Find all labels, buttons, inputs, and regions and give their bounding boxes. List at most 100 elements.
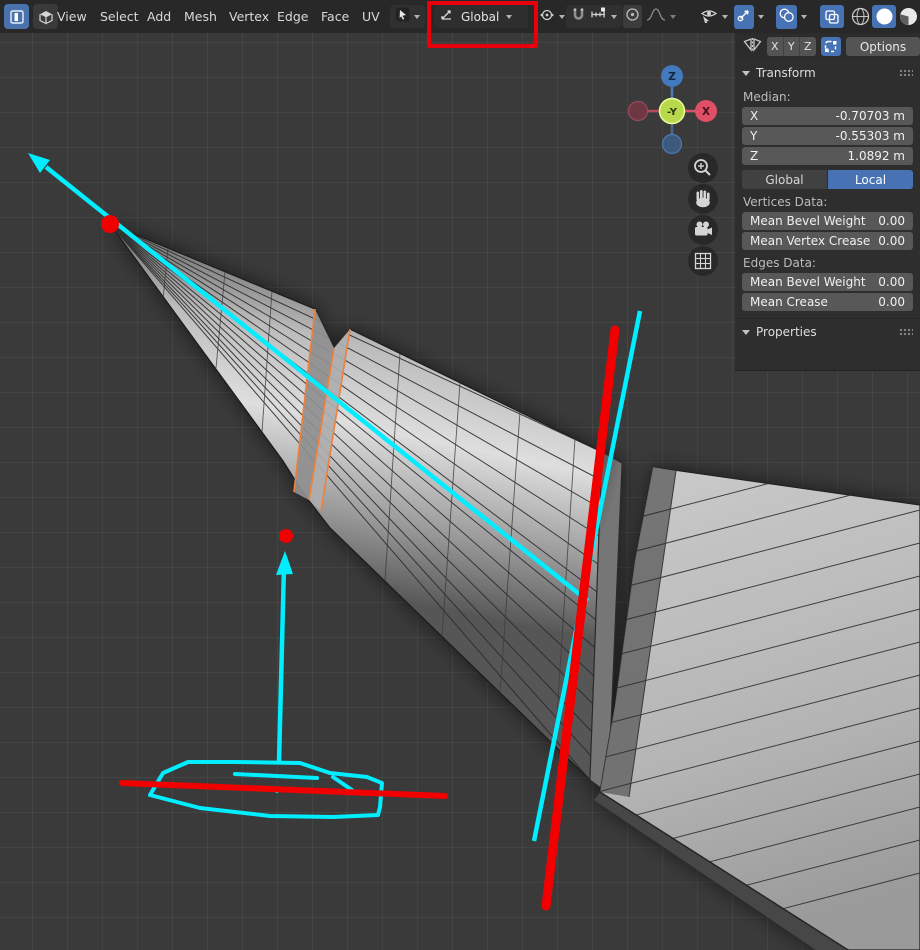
- pan-hand-icon[interactable]: [688, 184, 718, 214]
- viewport-nav-tools: [688, 153, 718, 276]
- orthographic-grid-icon[interactable]: [688, 246, 718, 276]
- annotation-up-arrow: [274, 551, 293, 794]
- gizmos-toggle-group[interactable]: [729, 4, 769, 29]
- camera-view-icon[interactable]: [688, 215, 718, 245]
- mirror-z-button[interactable]: Z: [800, 37, 816, 56]
- options-button[interactable]: Options: [846, 37, 920, 56]
- median-y-value: -0.55303 m: [835, 129, 905, 143]
- chevron-down-icon: [742, 70, 750, 76]
- chevron-down-icon: [559, 14, 565, 19]
- median-x-axis-label: X: [750, 109, 759, 123]
- chevron-down-icon: [758, 14, 764, 19]
- svg-text:Z: Z: [668, 71, 676, 83]
- transform-orientation-dropdown[interactable]: Global: [434, 5, 528, 28]
- space-toggle: Global Local: [742, 170, 913, 189]
- menu-view[interactable]: View: [57, 0, 87, 33]
- row-value: 0.00: [878, 295, 905, 309]
- pivot-point-dropdown[interactable]: [534, 5, 570, 28]
- zoom-icon[interactable]: [688, 153, 718, 183]
- mean-bevel-weight-edge-field[interactable]: Mean Bevel Weight 0.00: [742, 273, 913, 291]
- menu-select[interactable]: Select: [100, 0, 139, 33]
- chevron-down-icon: [742, 329, 750, 335]
- sidebar-panel: Transform Median: X -0.70703 m Y -0.5530…: [735, 60, 920, 371]
- median-z-field[interactable]: Z 1.0892 m: [742, 147, 913, 165]
- row-label: Mean Bevel Weight: [750, 275, 866, 289]
- tool-settings-bar: X Y Z Options: [735, 33, 920, 60]
- edges-data-label: Edges Data:: [743, 256, 816, 270]
- transform-panel-title: Transform: [756, 66, 816, 80]
- overlays-toggle-icon: [776, 4, 797, 29]
- menu-edge[interactable]: Edge: [277, 0, 308, 33]
- menu-add[interactable]: Add: [147, 0, 171, 33]
- edit-mode-cube-icon[interactable]: [33, 4, 58, 29]
- mean-vertex-crease-field[interactable]: Mean Vertex Crease 0.00: [742, 232, 913, 250]
- menu-face[interactable]: Face: [321, 0, 349, 33]
- global-toggle-button[interactable]: Global: [742, 170, 827, 189]
- gizmo-axis-x[interactable]: X: [695, 100, 717, 122]
- menu-uv[interactable]: UV: [362, 0, 380, 33]
- chevron-down-icon: [611, 14, 617, 19]
- row-label: Mean Bevel Weight: [750, 214, 866, 228]
- mirror-x-button[interactable]: X: [767, 37, 784, 56]
- svg-text:X: X: [702, 106, 710, 118]
- median-x-value: -0.70703 m: [835, 109, 905, 123]
- mirror-butterfly-icon[interactable]: [743, 37, 762, 56]
- shading-solid-icon[interactable]: [872, 5, 896, 28]
- chevron-down-icon: [801, 14, 807, 19]
- mirror-y-button[interactable]: Y: [783, 37, 801, 56]
- menu-mesh[interactable]: Mesh: [184, 0, 217, 33]
- median-label: Median:: [743, 90, 791, 104]
- median-y-field[interactable]: Y -0.55303 m: [742, 127, 913, 145]
- annotation-red-dot-small: [279, 529, 293, 543]
- mirror-axis-group: X Y Z: [767, 37, 816, 56]
- mean-crease-field[interactable]: Mean Crease 0.00: [742, 293, 913, 311]
- panel-drag-handle-icon[interactable]: [899, 328, 913, 336]
- shading-material-icon[interactable]: [897, 7, 919, 26]
- gizmo-axis-z[interactable]: Z: [661, 65, 683, 87]
- snap-symmetry-icon[interactable]: [820, 37, 841, 56]
- vertices-data-label: Vertices Data:: [743, 195, 828, 209]
- show-gizmo-eye-icon: [700, 7, 718, 27]
- chevron-down-icon: [670, 14, 676, 19]
- chevron-down-icon: [506, 14, 513, 19]
- median-x-field[interactable]: X -0.70703 m: [742, 107, 913, 125]
- shading-wireframe-icon[interactable]: [849, 7, 871, 26]
- proportional-editing-icon: [623, 5, 642, 28]
- snap-group[interactable]: [566, 5, 622, 28]
- active-tool-dropdown[interactable]: [390, 5, 425, 28]
- transform-panel-header[interactable]: Transform: [735, 60, 920, 84]
- panel-drag-handle-icon[interactable]: [899, 69, 913, 77]
- mean-bevel-weight-vertex-field[interactable]: Mean Bevel Weight 0.00: [742, 212, 913, 230]
- median-y-axis-label: Y: [750, 129, 758, 143]
- viewport-header: View Select Add Mesh Vertex Edge Face UV…: [0, 0, 920, 33]
- pivot-point-icon: [539, 7, 555, 27]
- snap-magnet-icon: [571, 7, 586, 26]
- show-gizmo-dropdown[interactable]: [695, 5, 733, 28]
- gizmo-axis-y-neg[interactable]: -Y: [658, 97, 686, 125]
- orientation-axes-icon: [439, 7, 454, 26]
- gizmos-toggle-icon: [734, 4, 754, 29]
- row-label: Mean Crease: [750, 295, 828, 309]
- chevron-down-icon: [722, 14, 728, 19]
- navigation-gizmo[interactable]: Z X -Y: [627, 65, 718, 155]
- median-z-axis-label: Z: [750, 149, 759, 163]
- annotation-red-horizontal-line: [119, 780, 448, 799]
- xray-toggle-icon[interactable]: [820, 5, 844, 28]
- annotation-red-dot-tip: [101, 215, 119, 233]
- active-tool-icon: [395, 7, 410, 26]
- gizmo-axis-x-neg[interactable]: [627, 100, 649, 122]
- snap-target-icon: [590, 7, 607, 26]
- row-value: 0.00: [878, 234, 905, 248]
- overlays-toggle-group[interactable]: [771, 4, 812, 29]
- chevron-down-icon: [414, 14, 420, 19]
- row-label: Mean Vertex Crease: [750, 234, 871, 248]
- row-value: 0.00: [878, 214, 905, 228]
- properties-panel-header[interactable]: Properties: [735, 319, 920, 343]
- editor-type-icon[interactable]: [4, 4, 29, 29]
- svg-text:-Y: -Y: [667, 107, 678, 118]
- orientation-value: Global: [461, 9, 500, 24]
- proportional-editing-group[interactable]: [618, 5, 681, 28]
- gizmo-axis-z-neg[interactable]: [661, 133, 683, 155]
- menu-vertex[interactable]: Vertex: [229, 0, 269, 33]
- local-toggle-button[interactable]: Local: [828, 170, 913, 189]
